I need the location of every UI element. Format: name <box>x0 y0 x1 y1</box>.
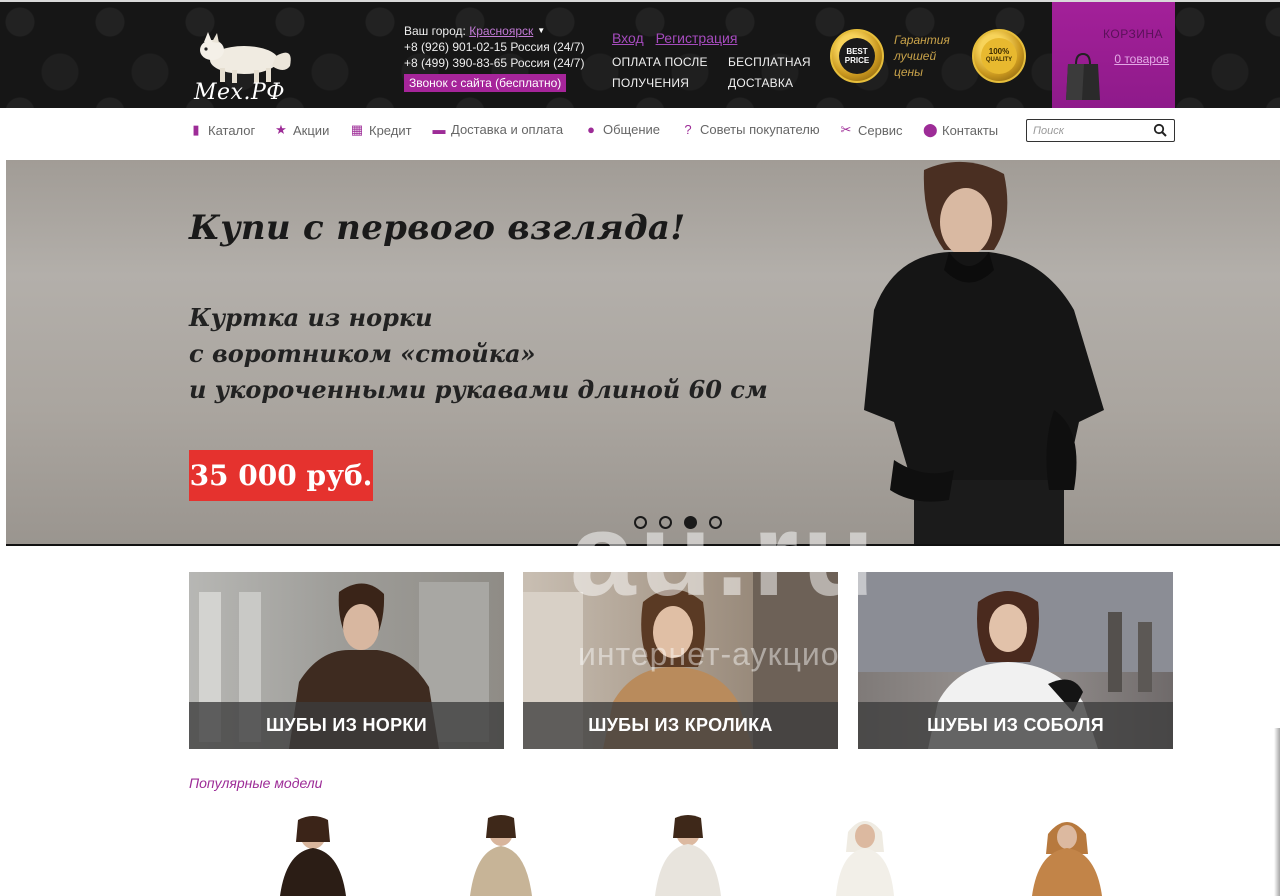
product-image <box>280 816 346 896</box>
category-label: ШУБЫ ИЗ КРОЛИКА <box>523 702 838 749</box>
category-mink-coats[interactable]: ШУБЫ ИЗ НОРКИ <box>189 572 504 749</box>
nav-item-label: Акции <box>293 122 330 138</box>
book-icon: ▮ <box>192 122 200 137</box>
badge-best-line-2: PRICE <box>844 56 870 65</box>
promo-payment-line-1: ОПЛАТА ПОСЛЕ <box>612 55 708 69</box>
category-sable-coats[interactable]: ШУБЫ ИЗ СОБОЛЯ <box>858 572 1173 749</box>
popular-product-1[interactable] <box>258 812 368 896</box>
watermark-subtitle: интернет-аукцион <box>578 636 859 672</box>
nav-item-delivery-payment[interactable]: ▬ Доставка и оплата <box>432 122 564 137</box>
shopping-bag-icon <box>1066 52 1100 100</box>
guarantee-line-3: цены <box>894 65 923 79</box>
search-box <box>1026 119 1175 142</box>
nav-item-label: Каталог <box>208 122 256 138</box>
popular-product-5[interactable] <box>1012 812 1122 896</box>
main-nav: ▮ Каталог ★ Акции ▦ Кредит ▬ Доставка и … <box>0 108 1280 152</box>
best-price-badge-icon: BEST PRICE <box>830 29 884 83</box>
hero-desc-line-2: с воротником «стойка» <box>189 339 536 368</box>
guarantee-line-1: Гарантия <box>894 33 950 47</box>
nav-item-catalog[interactable]: ▮ Каталог <box>189 122 255 138</box>
nav-item-service[interactable]: ✂ Сервис <box>839 122 903 138</box>
site-logo[interactable]: Мех.РФ <box>186 30 296 108</box>
category-label: ШУБЫ ИЗ СОБОЛЯ <box>858 702 1173 749</box>
cart-widget[interactable]: КОРЗИНА 0 товаров <box>1052 2 1175 110</box>
city-label: Ваш город: <box>404 24 466 38</box>
nav-item-contacts[interactable]: ⬤ Контакты <box>923 122 998 138</box>
badge-best-line-1: BEST <box>846 47 868 56</box>
nav-item-label: Кредит <box>369 122 412 138</box>
scissors-icon: ✂ <box>840 122 852 137</box>
hero-price-tag[interactable]: 35 000 руб. <box>189 450 373 501</box>
gift-icon: ▦ <box>350 122 364 137</box>
popular-product-2[interactable] <box>446 812 556 896</box>
watermark-logo: au.ru <box>570 489 879 621</box>
callback-button[interactable]: Звонок с сайта (бесплатно) <box>404 74 567 92</box>
nav-item-label: Советы покупателю <box>700 122 820 137</box>
phone-1: +8 (926) 901-02-15 Россия (24/7) <box>404 40 585 54</box>
city-selector[interactable]: Красноярск <box>469 24 533 38</box>
auth-links: Вход Регистрация <box>612 30 745 46</box>
nav-item-buyer-tips[interactable]: ? Советы покупателю <box>681 122 820 137</box>
product-image <box>470 815 532 896</box>
hero-desc-line-1: Куртка из норки <box>189 303 433 332</box>
product-image <box>836 821 894 896</box>
card-icon: ▬ <box>432 122 446 137</box>
popular-product-3[interactable] <box>633 812 743 896</box>
site-header: Мех.РФ Ваш город: Красноярск ▼ +8 (926) 9… <box>0 0 1280 110</box>
star-icon: ★ <box>275 122 287 137</box>
register-link[interactable]: Регистрация <box>656 30 738 46</box>
promo-delivery-line-2: ДОСТАВКА <box>728 76 794 90</box>
phone-2: +8 (499) 390-83-65 Россия (24/7) <box>404 56 585 70</box>
nav-item-label: Сервис <box>858 122 903 138</box>
chat-icon: ● <box>587 122 595 137</box>
contact-block: Ваш город: Красноярск ▼ +8 (926) 901-02-1… <box>404 23 584 92</box>
nav-item-label: Контакты <box>942 122 999 138</box>
promo-free-delivery: БЕСПЛАТНАЯ ДОСТАВКА <box>728 52 811 94</box>
price-guarantee-text: Гарантия лучшей цены <box>894 32 950 80</box>
hero-model-image <box>864 161 1104 544</box>
promo-payment-line-2: ПОЛУЧЕНИЯ <box>612 76 690 90</box>
page-edge-shadow <box>1274 728 1280 896</box>
popular-product-4[interactable] <box>810 812 920 896</box>
product-image <box>1032 822 1102 896</box>
question-icon: ? <box>684 122 692 137</box>
pin-icon: ⬤ <box>923 122 938 137</box>
logo-text: Мех.РФ <box>194 80 286 105</box>
caret-down-icon[interactable]: ▼ <box>537 26 545 35</box>
search-icon[interactable] <box>1153 123 1167 137</box>
guarantee-line-2: лучшей <box>894 49 937 63</box>
hero-headline: Купи с первого взгляда! <box>189 208 686 248</box>
search-input[interactable] <box>1033 120 1151 141</box>
nav-item-label: Доставка и оплата <box>451 122 564 137</box>
nav-item-credit[interactable]: ▦ Кредит <box>350 122 412 138</box>
badge-quality-line-1: 100% <box>988 47 1010 56</box>
nav-item-communication[interactable]: ● Общение <box>584 122 660 137</box>
promo-delivery-line-1: БЕСПЛАТНАЯ <box>728 55 811 69</box>
product-image <box>655 815 721 896</box>
hero-description: Куртка из норки с воротником «стойка» и … <box>189 300 768 408</box>
badge-quality-line-2: QUALITY <box>985 57 1013 63</box>
promo-payment-after-receipt: ОПЛАТА ПОСЛЕ ПОЛУЧЕНИЯ <box>612 52 708 94</box>
cart-title: КОРЗИНА <box>1103 27 1163 41</box>
nav-item-label: Общение <box>603 122 661 137</box>
quality-guarantee-badge-icon: 100% QUALITY <box>972 29 1026 83</box>
arctic-fox-logo-icon <box>200 32 291 83</box>
cart-count-link[interactable]: 0 товаров <box>1114 52 1169 66</box>
login-link[interactable]: Вход <box>612 30 644 46</box>
hero-desc-line-3: и укороченными рукавами длиной 60 см <box>189 375 768 404</box>
popular-models-title: Популярные модели <box>189 775 323 791</box>
nav-item-promotions[interactable]: ★ Акции <box>274 122 329 138</box>
category-label: ШУБЫ ИЗ НОРКИ <box>189 702 504 749</box>
